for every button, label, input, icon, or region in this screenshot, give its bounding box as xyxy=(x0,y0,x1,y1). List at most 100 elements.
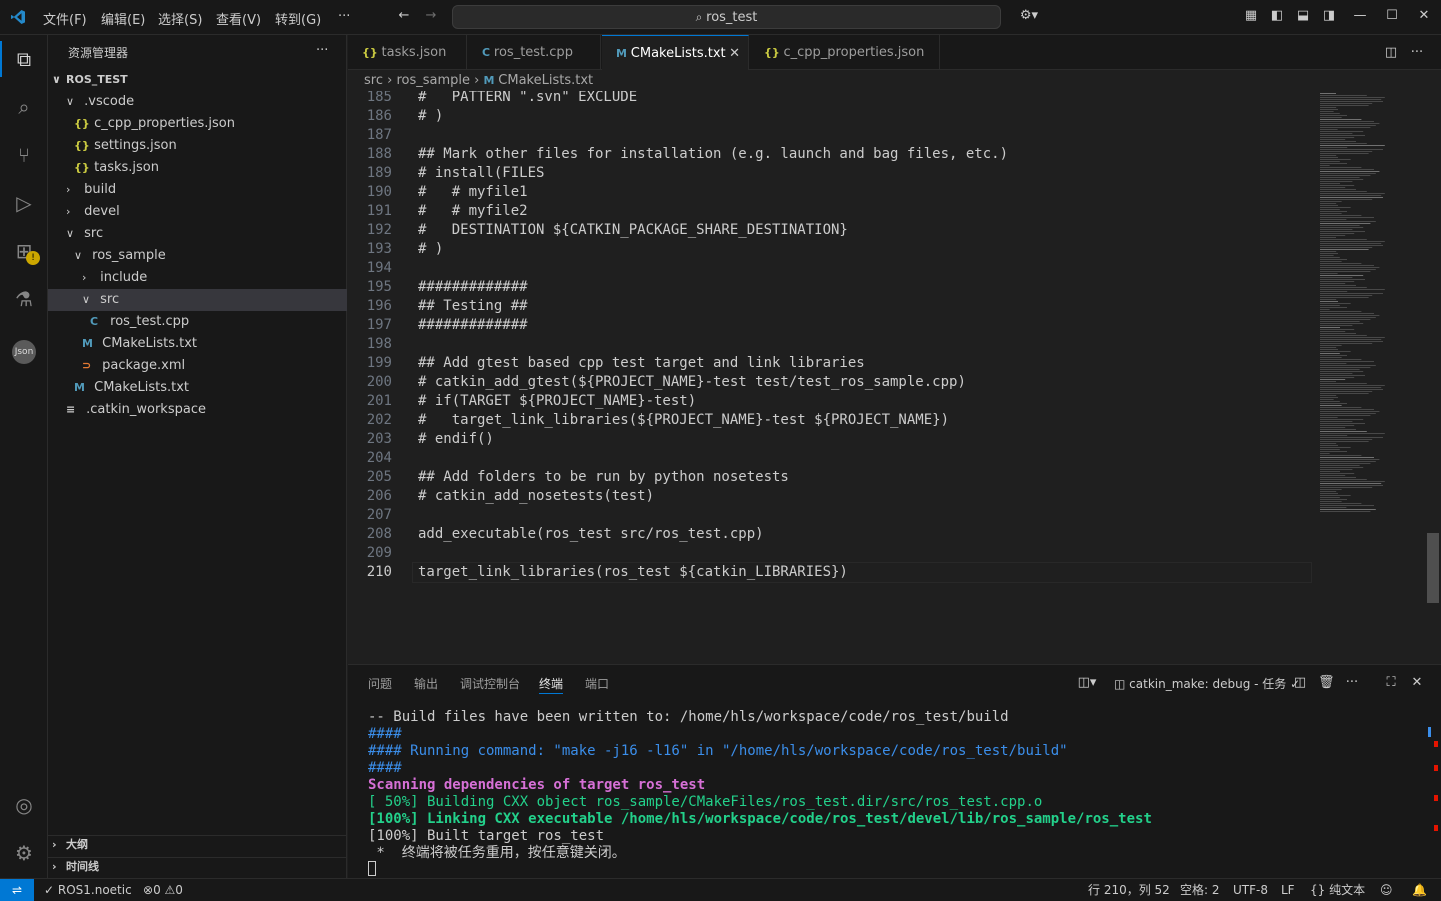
search-activity-icon[interactable]: ⌕ xyxy=(8,91,40,123)
explorer-icon[interactable]: ⧉ xyxy=(8,43,40,75)
tree-item[interactable]: ∨ ros_sample xyxy=(48,245,347,267)
encoding[interactable]: UTF-8 xyxy=(1233,879,1268,901)
tree-item[interactable]: ∨ src xyxy=(48,289,347,311)
tree-item-label: src xyxy=(84,226,104,241)
cursor-position[interactable]: 行 210，列 52 xyxy=(1088,879,1170,901)
end-of-line[interactable]: LF xyxy=(1281,879,1295,901)
tree-item[interactable]: ≡ .catkin_workspace xyxy=(48,399,347,421)
maximize-icon[interactable]: ☐ xyxy=(1384,8,1400,24)
editor-more-icon[interactable]: ··· xyxy=(1409,45,1425,61)
close-tab-icon[interactable]: ✕ xyxy=(729,36,740,71)
run-debug-icon[interactable]: ▷ xyxy=(8,187,40,219)
testing-icon[interactable]: ⚗ xyxy=(8,283,40,315)
split-editor-icon[interactable]: ◫ xyxy=(1383,45,1399,61)
minimap[interactable] xyxy=(1318,91,1426,664)
forward-arrow-icon[interactable]: → xyxy=(423,8,439,24)
breadcrumb-file[interactable]: CMakeLists.txt xyxy=(498,73,593,88)
terminal-line: #### xyxy=(368,726,402,742)
terminal-layout-icon[interactable]: ◫▾ xyxy=(1073,675,1101,691)
panel-more-icon[interactable]: ··· xyxy=(1344,675,1360,691)
tree-item[interactable]: ∨ src xyxy=(48,223,347,245)
tree-item[interactable]: M CMakeLists.txt xyxy=(48,377,347,399)
remote-indicator[interactable]: ⇌ xyxy=(0,879,34,901)
toggle-sidebar-icon[interactable]: ◧ xyxy=(1269,8,1285,24)
line-number: 194 xyxy=(366,260,392,276)
language-mode[interactable]: {} 纯文本 xyxy=(1310,879,1365,901)
tab-problems[interactable]: 问题 xyxy=(368,675,392,692)
activity-bar: ⧉ ⌕ ⑂ ▷ ⊞ ! ⚗ Json ◎ ⚙ xyxy=(0,35,48,878)
json-file-icon: {} xyxy=(74,139,90,152)
customize-layout-icon[interactable]: ▦ xyxy=(1243,8,1259,24)
close-window-icon[interactable]: ✕ xyxy=(1416,8,1432,24)
toggle-panel-icon[interactable]: ⬓ xyxy=(1295,8,1311,24)
tab-ports[interactable]: 端口 xyxy=(585,675,609,692)
menu-more[interactable]: ··· xyxy=(338,9,350,24)
menu-view[interactable]: 查看(V) xyxy=(216,9,261,28)
menu-selection[interactable]: 选择(S) xyxy=(158,9,202,28)
chevron-down-icon: ∨ xyxy=(82,293,91,306)
tree-item[interactable]: ∨ .vscode xyxy=(48,91,347,113)
back-arrow-icon[interactable]: ← xyxy=(396,8,412,24)
close-panel-icon[interactable]: ✕ xyxy=(1409,675,1425,691)
code-editor[interactable]: 185 # PATTERN ".svn" EXCLUDE 186 # ) 187 188 #… xyxy=(348,91,1441,664)
breadcrumb-src[interactable]: src xyxy=(364,73,383,88)
breadcrumb-ros-sample[interactable]: ros_sample xyxy=(396,73,470,88)
terminal-cursor xyxy=(368,861,376,876)
tree-item[interactable]: › include xyxy=(48,267,347,289)
sidebar-more-button[interactable]: ··· xyxy=(316,43,328,58)
editor-scrollbar[interactable] xyxy=(1427,533,1439,603)
error-icon: ⊗ xyxy=(143,883,154,897)
minimize-icon[interactable]: — xyxy=(1352,8,1368,24)
menu-file[interactable]: 文件(F) xyxy=(43,9,87,28)
line-number: 203 xyxy=(366,431,392,447)
command-center-search[interactable]: ⌕ ros_test xyxy=(452,5,1001,29)
source-control-icon[interactable]: ⑂ xyxy=(8,139,40,171)
ros-status[interactable]: ✓ ROS1.noetic xyxy=(44,879,132,901)
tab-output[interactable]: 输出 xyxy=(414,675,438,692)
json-file-icon: {} xyxy=(764,46,784,59)
maximize-panel-icon[interactable]: ⛶ xyxy=(1383,675,1399,691)
tree-item-label: .vscode xyxy=(84,94,135,109)
code-text: # catkin_add_nosetests(test) xyxy=(418,488,655,504)
cmake-file-icon: M xyxy=(616,47,631,60)
tab-ros-test-cpp[interactable]: C ros_test.cpp xyxy=(468,35,601,70)
tab-debug-console[interactable]: 调试控制台 xyxy=(460,675,520,692)
copilot-icon[interactable]: ⚙▾ xyxy=(1014,8,1044,24)
terminal-line: [100%] Linking CXX executable /home/hls/… xyxy=(368,811,1152,827)
split-terminal-icon[interactable]: ◫ xyxy=(1292,675,1308,691)
tree-item[interactable]: C ros_test.cpp xyxy=(48,311,347,333)
code-line: 198 xyxy=(348,335,1308,354)
problems-status[interactable]: ⊗0 ⚠0 xyxy=(143,879,183,901)
tab-tasks-json[interactable]: {} tasks.json xyxy=(348,35,467,70)
menu-go[interactable]: 转到(G) xyxy=(275,9,321,28)
notifications-bell-icon[interactable]: 🔔 xyxy=(1412,879,1427,901)
code-line: 201 # if(TARGET ${PROJECT_NAME}-test) xyxy=(348,392,1308,411)
kill-terminal-icon[interactable]: 🗑 xyxy=(1318,675,1335,691)
terminal-line: -- Build files have been written to: /ho… xyxy=(368,709,1009,725)
tree-item-label: CMakeLists.txt xyxy=(94,380,189,395)
json-icon[interactable]: Json xyxy=(8,331,40,364)
indentation[interactable]: 空格: 2 xyxy=(1180,879,1220,901)
copilot-status-icon[interactable]: ☺ xyxy=(1380,879,1393,901)
folder-root[interactable]: ∨ ROS_TEST xyxy=(52,69,128,91)
tab-terminal[interactable]: 终端 xyxy=(539,675,563,692)
tree-item[interactable]: ⊃ package.xml xyxy=(48,355,347,377)
tab-c-cpp-properties[interactable]: {} c_cpp_properties.json xyxy=(750,35,940,70)
chevron-right-icon: › xyxy=(52,838,57,851)
tree-item[interactable]: › build xyxy=(48,179,347,201)
menu-edit[interactable]: 编辑(E) xyxy=(101,9,145,28)
timeline-section[interactable]: › 时间线 xyxy=(52,856,99,878)
outline-section[interactable]: › 大纲 xyxy=(52,834,88,856)
code-text: # PATTERN ".svn" EXCLUDE xyxy=(418,91,638,105)
toggle-secondary-sidebar-icon[interactable]: ◨ xyxy=(1321,8,1337,24)
tree-item[interactable]: › devel xyxy=(48,201,347,223)
tree-item[interactable]: {} tasks.json xyxy=(48,157,347,179)
settings-gear-icon[interactable]: ⚙ xyxy=(8,837,40,869)
terminal-task-selector[interactable]: ◫ catkin_make: debug - 任务 ✓ xyxy=(1114,675,1300,692)
code-text: ############# xyxy=(418,279,528,295)
tree-item[interactable]: M CMakeLists.txt xyxy=(48,333,347,355)
tree-item[interactable]: {} settings.json xyxy=(48,135,347,157)
tab-cmakelists[interactable]: M CMakeLists.txt ✕ xyxy=(602,35,749,70)
accounts-icon[interactable]: ◎ xyxy=(8,789,40,821)
tree-item[interactable]: {} c_cpp_properties.json xyxy=(48,113,347,135)
